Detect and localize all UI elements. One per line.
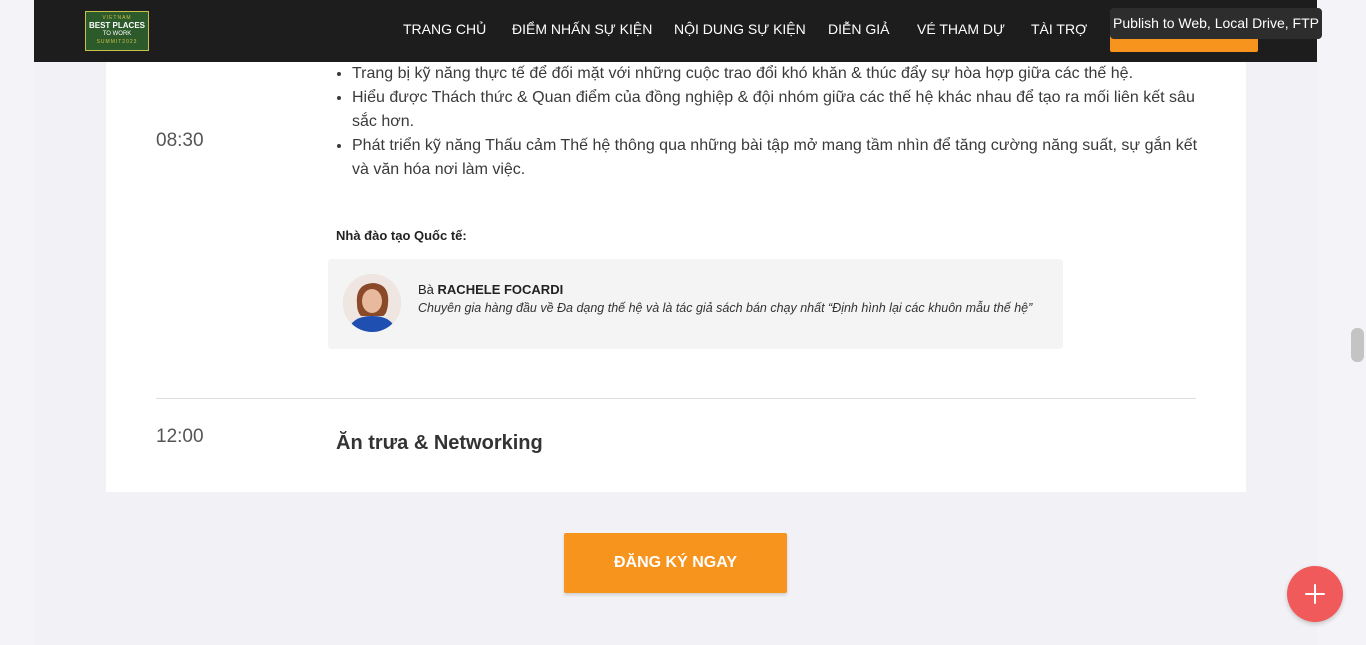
nav-item-tickets[interactable]: VÉ THAM DỰ xyxy=(917,21,1005,37)
event-logo[interactable]: VIETNAM BEST PLACES TO WORK SUMMIT2023 xyxy=(85,11,149,51)
plus-icon xyxy=(1305,584,1325,604)
nav-item-speakers[interactable]: DIỄN GIẢ xyxy=(828,21,889,37)
register-button[interactable]: ĐĂNG KÝ NGAY xyxy=(564,533,787,593)
nav-item-sponsors[interactable]: TÀI TRỢ xyxy=(1031,21,1087,37)
logo-line: BEST PLACES xyxy=(88,21,145,30)
logo-line: SUMMIT2023 xyxy=(96,39,138,45)
add-fab-button[interactable] xyxy=(1287,566,1343,622)
speaker-photo-icon xyxy=(343,274,401,332)
session-time: 12:00 xyxy=(156,426,204,447)
bullet-item: Hiểu được Thách thức & Quan điểm của đồn… xyxy=(352,86,1218,134)
session-title: Ăn trưa & Networking xyxy=(336,432,543,454)
nav-item-home[interactable]: TRANG CHỦ xyxy=(403,21,486,37)
speaker-prefix: Bà xyxy=(418,282,434,297)
speaker-card[interactable]: Bà RACHELE FOCARDI Chuyên gia hàng đầu v… xyxy=(328,259,1063,349)
trainer-heading: Nhà đào tạo Quốc tế: xyxy=(336,228,467,243)
speaker-description: Chuyên gia hàng đầu về Đa dạng thế hệ và… xyxy=(418,301,1033,315)
session-divider xyxy=(156,398,1196,399)
speaker-avatar xyxy=(343,274,401,332)
nav-item-content[interactable]: NỘI DUNG SỰ KIỆN xyxy=(674,21,806,37)
speaker-name: Bà RACHELE FOCARDI xyxy=(418,282,563,297)
nav-item-highlights[interactable]: ĐIỂM NHẤN SỰ KIỆN xyxy=(512,21,652,37)
bullet-item: Trang bị kỹ năng thực tế để đối mặt với … xyxy=(352,62,1218,86)
session-time: 08:30 xyxy=(156,130,204,151)
scrollbar-thumb[interactable] xyxy=(1351,328,1364,362)
session-bullets: Trang bị kỹ năng thực tế để đối mặt với … xyxy=(334,62,1218,182)
bullet-item: Phát triển kỹ năng Thấu cảm Thế hệ thông… xyxy=(352,134,1218,182)
speaker-name-text: RACHELE FOCARDI xyxy=(437,282,564,297)
publish-tooltip: Publish to Web, Local Drive, FTP xyxy=(1110,8,1322,39)
logo-line: TO WORK xyxy=(102,31,132,37)
